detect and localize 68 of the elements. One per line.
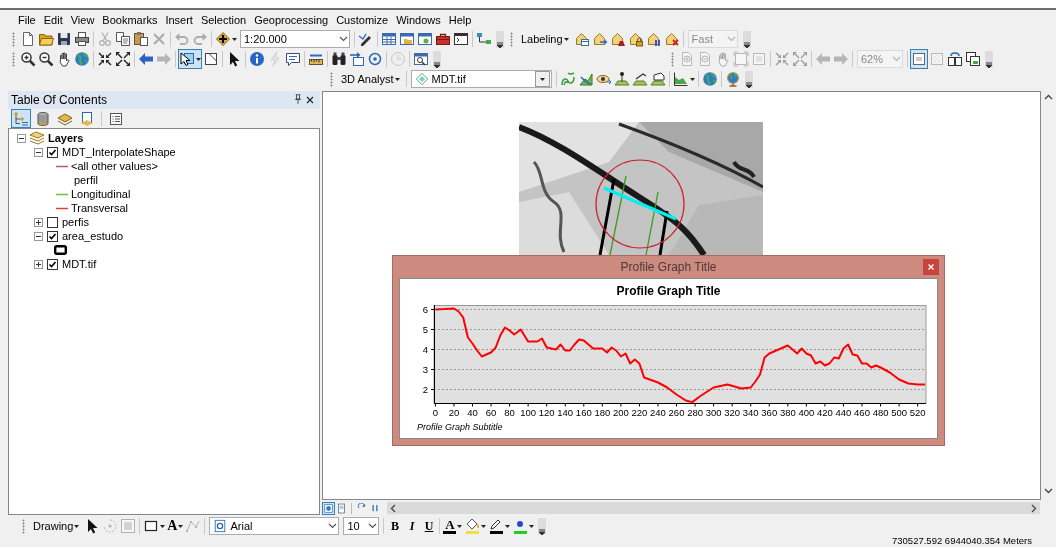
tick-label: 140 [557, 407, 574, 418]
tick-label: 480 [872, 407, 889, 418]
tick-label: 180 [594, 407, 611, 418]
tick-label: 420 [817, 407, 833, 418]
menu-item[interactable]: Windows [392, 13, 445, 26]
tick-label: 40 [467, 407, 478, 418]
panel-title: Table Of Contents [11, 93, 109, 107]
legend-label: <all other values> [71, 160, 158, 172]
chart-title: Profile Graph Title [616, 284, 721, 300]
menu-item[interactable]: File [14, 13, 40, 26]
tick-label: 460 [854, 407, 870, 418]
tick-label: 6 [422, 304, 428, 315]
tick-label: 240 [650, 407, 666, 418]
font-size-combo[interactable]: 10 [343, 517, 380, 535]
menu-item[interactable]: Geoprocessing [250, 13, 333, 26]
layer-name[interactable]: area_estudo [62, 230, 124, 242]
legend-label: Transversal [71, 202, 129, 214]
tick-label: 260 [668, 407, 685, 418]
tick-label: 0 [432, 407, 439, 418]
chart-subtitle: Profile Graph Subtitle [417, 422, 503, 432]
toolbar-menu[interactable]: Drawing [29, 516, 84, 536]
scale-combo[interactable]: 1:20.000 [240, 30, 350, 48]
toolbar-menu[interactable]: Labeling [517, 29, 573, 49]
tick-label: 400 [798, 407, 815, 418]
font-combo[interactable]: Arial [209, 517, 340, 535]
tick-label: 2 [422, 384, 428, 395]
tick-label: 160 [575, 407, 592, 418]
layer-name[interactable]: MDT.tif [62, 258, 97, 270]
layer-group-label[interactable]: Layers [48, 132, 84, 144]
menu-item[interactable]: Bookmarks [98, 13, 162, 26]
menu-item[interactable]: Selection [196, 13, 251, 26]
layer-name[interactable]: MDT_InterpolateShape [62, 146, 176, 158]
tick-label: 340 [742, 407, 759, 418]
tick-label: 5 [422, 324, 428, 335]
legend-label: Longitudinal [71, 188, 131, 200]
text-tool-button[interactable]: A [166, 516, 185, 536]
tick-label: 100 [520, 407, 537, 418]
layer-name[interactable]: perfis [62, 216, 89, 228]
tick-label: 20 [448, 407, 460, 418]
tick-label: 200 [612, 407, 629, 418]
menu-item[interactable]: View [66, 13, 99, 26]
menu-item[interactable]: Edit [39, 13, 67, 26]
tick-label: 120 [538, 407, 555, 418]
tick-label: 440 [835, 407, 852, 418]
underline-button[interactable]: U [420, 516, 438, 536]
tick-label: 320 [724, 407, 741, 418]
bold-button[interactable]: B [386, 516, 404, 536]
tick-label: 360 [761, 407, 778, 418]
menu-item[interactable]: Help [444, 13, 476, 26]
layer-combo[interactable]: MDT.tif [410, 70, 552, 88]
menu-item[interactable]: Customize [332, 13, 393, 26]
menu-item[interactable]: Insert [161, 13, 197, 26]
font-color-button[interactable]: A [442, 516, 464, 536]
tick-label: 220 [631, 407, 648, 418]
tick-label: 520 [909, 407, 926, 418]
tick-label: 4 [422, 344, 428, 355]
legend-heading: perfil [74, 174, 98, 186]
tick-label: 380 [779, 407, 796, 418]
tick-label: 280 [687, 407, 703, 418]
window-title: Profile Graph Title [620, 260, 717, 274]
tick-label: 3 [422, 364, 428, 375]
tick-label: 300 [705, 407, 722, 418]
italic-button[interactable]: I [403, 516, 421, 536]
tick-label: 500 [891, 407, 908, 418]
tick-label: 80 [504, 407, 515, 418]
tick-label: 60 [485, 407, 497, 418]
toolbar-menu[interactable]: 3D Analyst [337, 69, 404, 89]
coordinates-readout: 730527.592 6944040.354 Meters [892, 536, 1032, 546]
